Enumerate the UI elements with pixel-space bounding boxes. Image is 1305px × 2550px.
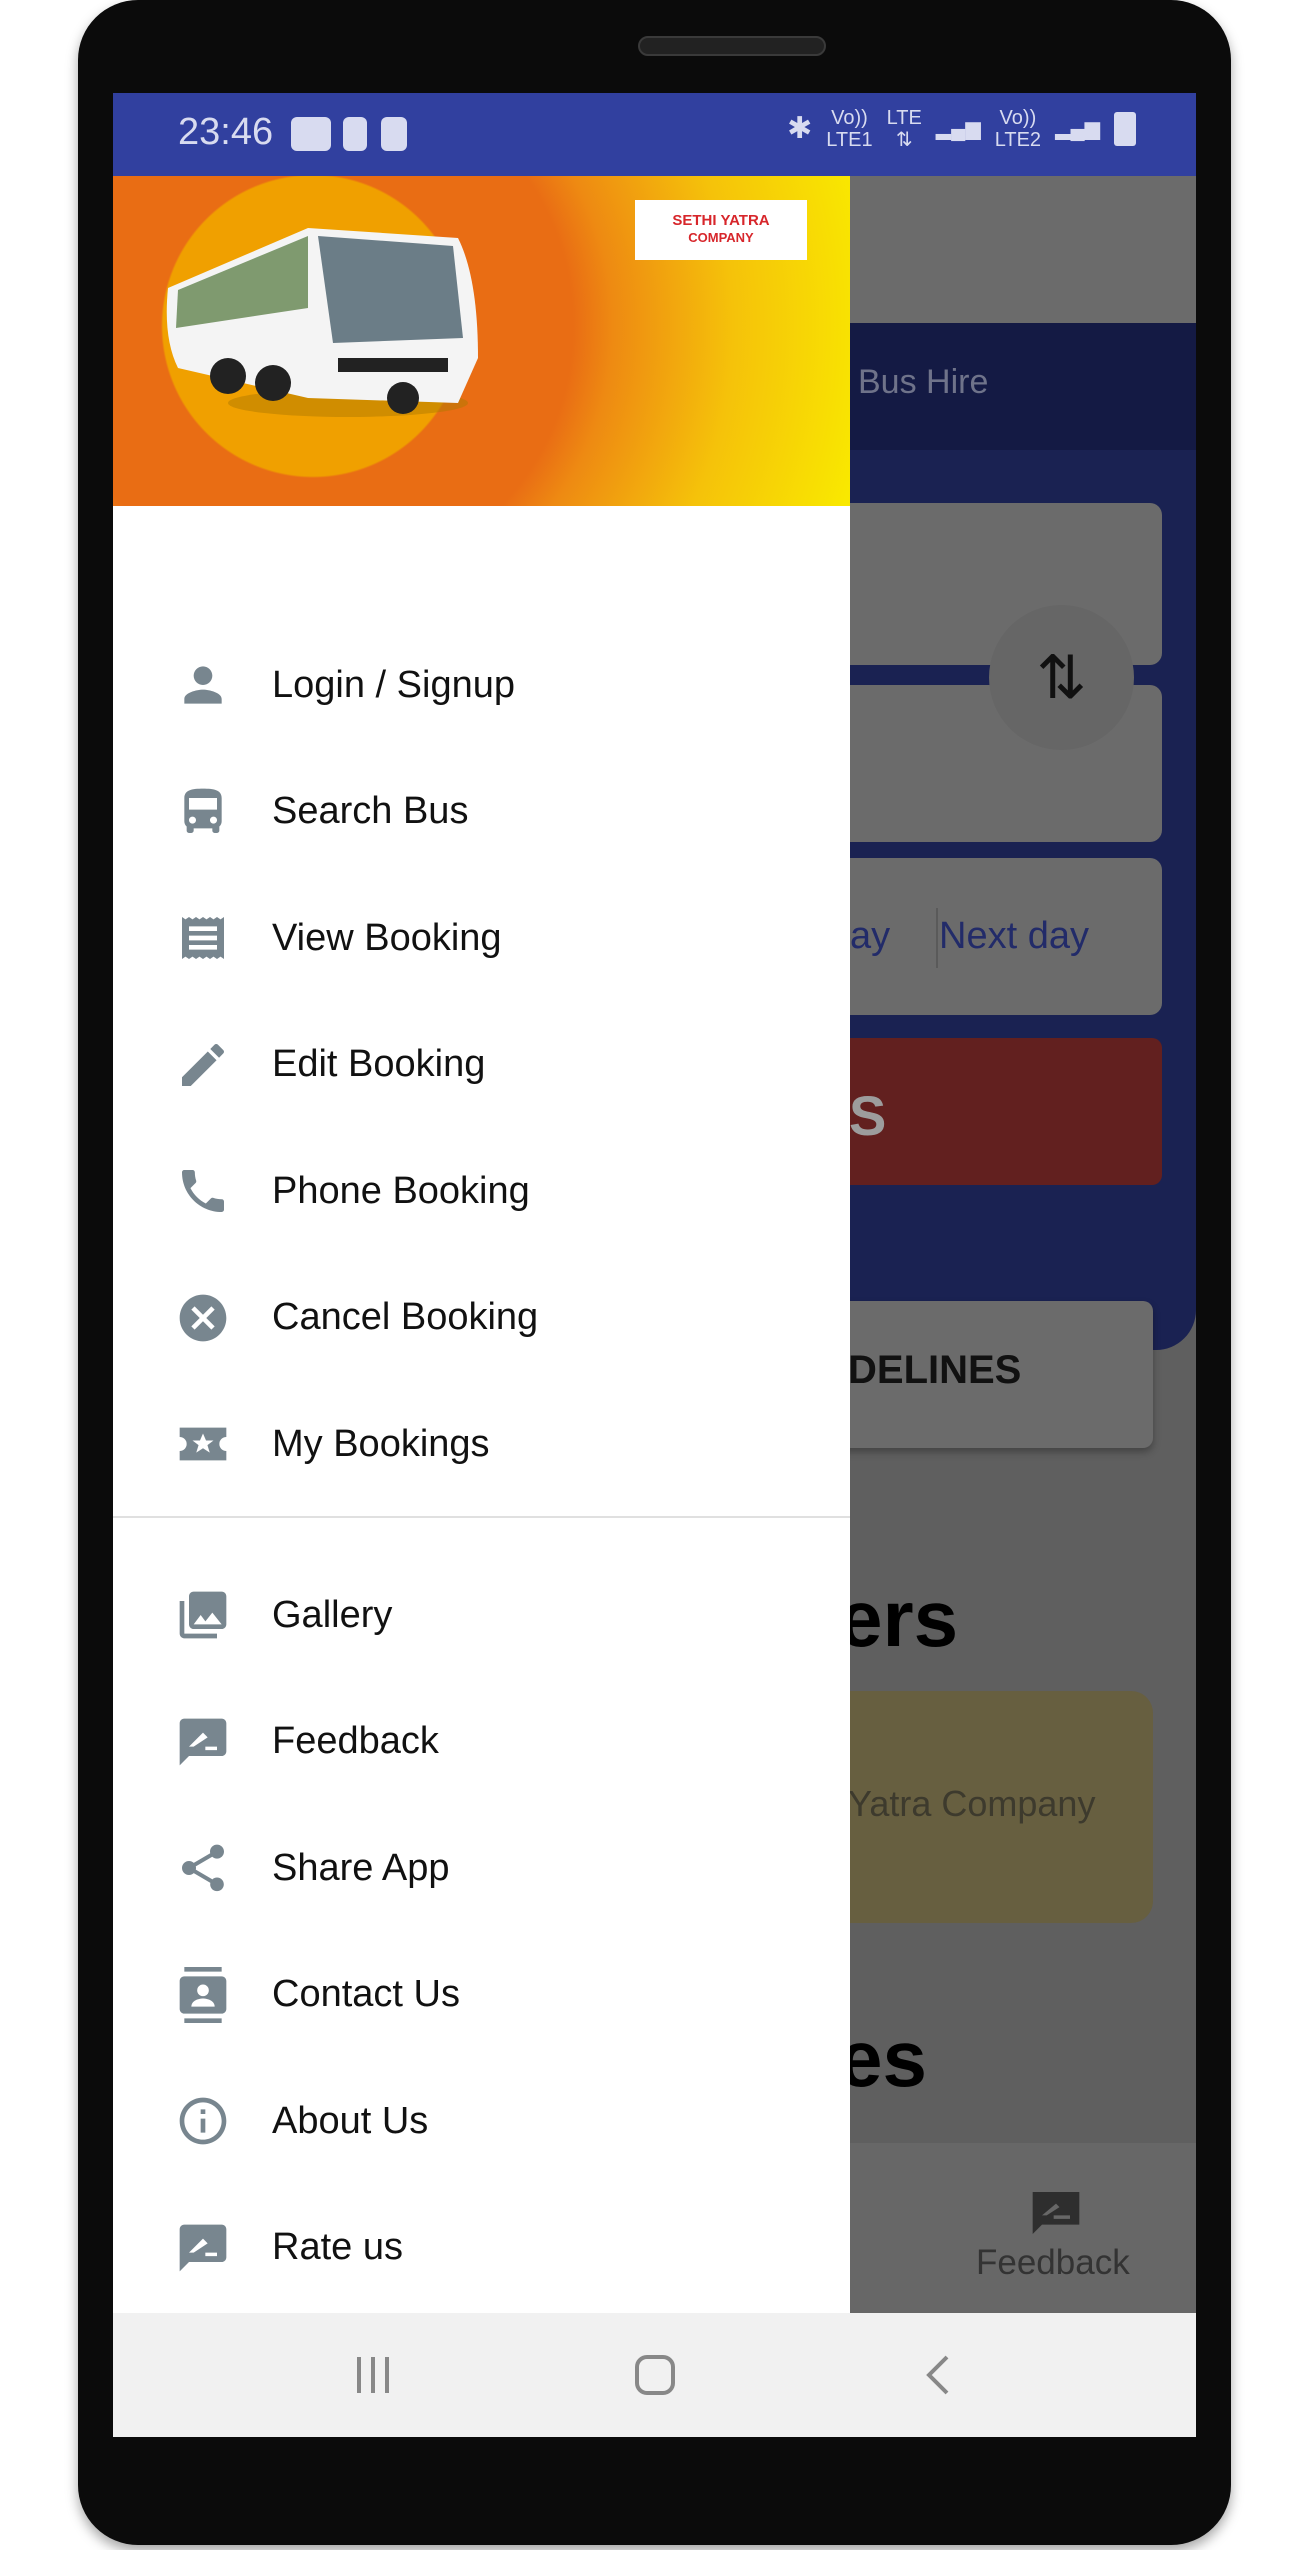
drawer-item-feedback[interactable]: Feedback [113, 1687, 850, 1797]
tab-bus-hire[interactable]: Bus Hire [858, 363, 988, 402]
drawer-item-label: Login / Signup [272, 663, 515, 706]
lte1: LTE1 [826, 129, 873, 151]
status-right: ✱ Vo)) LTE1 LTE ⇅ ▂▄▆ Vo)) LTE2 ▂▄▆ [787, 107, 1136, 151]
drawer-item-label: Cancel Booking [272, 1296, 539, 1338]
company-logo: SETHI YATRA COMPANY [635, 200, 807, 260]
drawer-item-share-app[interactable]: Share App [113, 1813, 850, 1923]
section-heading: ers [838, 1574, 959, 1663]
drawer-item-phone-booking[interactable]: Phone Booking [113, 1136, 850, 1246]
system-navigation-bar [113, 2313, 1196, 2437]
drawer-item-label: Edit Booking [272, 1043, 486, 1085]
logo-line2: COMPANY [688, 230, 754, 245]
drawer-item-edit-booking[interactable]: Edit Booking [113, 1010, 850, 1120]
today-button[interactable]: ay [850, 915, 890, 958]
signal-icon: ▂▄▆ [935, 118, 981, 140]
drawer-item-label: Share App [272, 1846, 450, 1889]
youtube-icon [291, 117, 331, 151]
drawer-item-label: About Us [272, 2099, 429, 2142]
drawer-item-label: My Bookings [272, 1422, 490, 1465]
screen: 23:46 ✱ Vo)) LTE1 LTE ⇅ ▂▄▆ Vo)) LTE2 ▂▄▆ B… [113, 93, 1196, 2437]
cancel-icon [175, 1290, 231, 1346]
drawer-item-my-bookings[interactable]: My Bookings [113, 1389, 850, 1499]
search-buses-label: S [849, 1084, 887, 1147]
drawer-item-label: Contact Us [272, 1973, 460, 2015]
section-heading: es [838, 2014, 927, 2103]
share-icon [175, 1840, 231, 1896]
info-icon [175, 2093, 231, 2149]
phone-icon [175, 1163, 231, 1219]
signal-icon: ▂▄▆ [1055, 118, 1100, 140]
drawer-item-label: Phone Booking [272, 1169, 530, 1212]
lte: LTE [886, 107, 922, 129]
gallery-icon [175, 1587, 231, 1643]
drawer-item-about-us[interactable]: About Us [113, 2066, 850, 2176]
swap-button[interactable]: ⇅ [989, 605, 1134, 750]
rate-review-icon [175, 2220, 231, 2276]
drawer-item-label: View Booking [272, 916, 502, 959]
data-arrows-icon: ⇅ [895, 129, 913, 151]
bus-image [166, 228, 478, 417]
date-separator [936, 908, 938, 968]
recent-apps-icon[interactable] [353, 2353, 393, 2397]
offer-card-text: Yatra Company [848, 1783, 1096, 1824]
back-icon[interactable] [923, 2353, 953, 2397]
status-time: 23:46 [178, 111, 274, 153]
drawer-item-label: Feedback [272, 1720, 439, 1762]
bottom-nav-feedback[interactable]: Feedback [976, 2243, 1130, 2283]
speaker-grille [638, 36, 826, 56]
drawer-item-label: Rate us [272, 2226, 403, 2268]
receipt-icon [175, 910, 231, 966]
drawer-item-login-signup[interactable]: Login / Signup [113, 630, 850, 740]
person-icon [175, 657, 231, 713]
bus-icon [175, 784, 231, 840]
volte1: Vo)) [831, 107, 868, 129]
feedback-icon[interactable] [1028, 2185, 1084, 2241]
drawer-item-search-bus[interactable]: Search Bus [113, 757, 850, 867]
ticket-star-icon [175, 1416, 231, 1472]
drawer-header: SETHI YATRA COMPANY [113, 176, 850, 506]
swap-icon: ⇅ [1036, 643, 1087, 711]
clock-icon [343, 117, 367, 151]
drawer-item-view-booking[interactable]: View Booking [113, 883, 850, 993]
lte2: LTE2 [994, 129, 1042, 151]
drawer-item-cancel-booking[interactable]: Cancel Booking [113, 1263, 850, 1373]
edit-icon [175, 1037, 231, 1093]
bluetooth-icon: ✱ [787, 112, 813, 145]
drawer-item-contact-us[interactable]: Contact Us [113, 1940, 850, 2050]
home-icon[interactable] [633, 2353, 677, 2397]
rate-review-icon [175, 1714, 231, 1770]
battery-charging-icon [1114, 112, 1136, 146]
volte2: Vo)) [999, 107, 1037, 129]
guidelines-label: DELINES [848, 1348, 1022, 1392]
drawer-item-rate-us[interactable]: Rate us [113, 2193, 850, 2303]
wifi-icon [381, 117, 407, 151]
logo-line1: SETHI YATRA [672, 212, 770, 229]
drawer-item-gallery[interactable]: Gallery [113, 1560, 850, 1670]
drawer-item-label: Gallery [272, 1593, 393, 1636]
menu-divider [113, 1516, 850, 1518]
contact-icon [175, 1966, 231, 2023]
status-bar: 23:46 ✱ Vo)) LTE1 LTE ⇅ ▂▄▆ Vo)) LTE2 ▂▄▆ [113, 93, 1196, 176]
navigation-drawer: SETHI YATRA COMPANY Login / Signup Search… [113, 176, 850, 2313]
next-day-button[interactable]: Next day [939, 915, 1089, 958]
drawer-item-label: Search Bus [272, 790, 469, 832]
